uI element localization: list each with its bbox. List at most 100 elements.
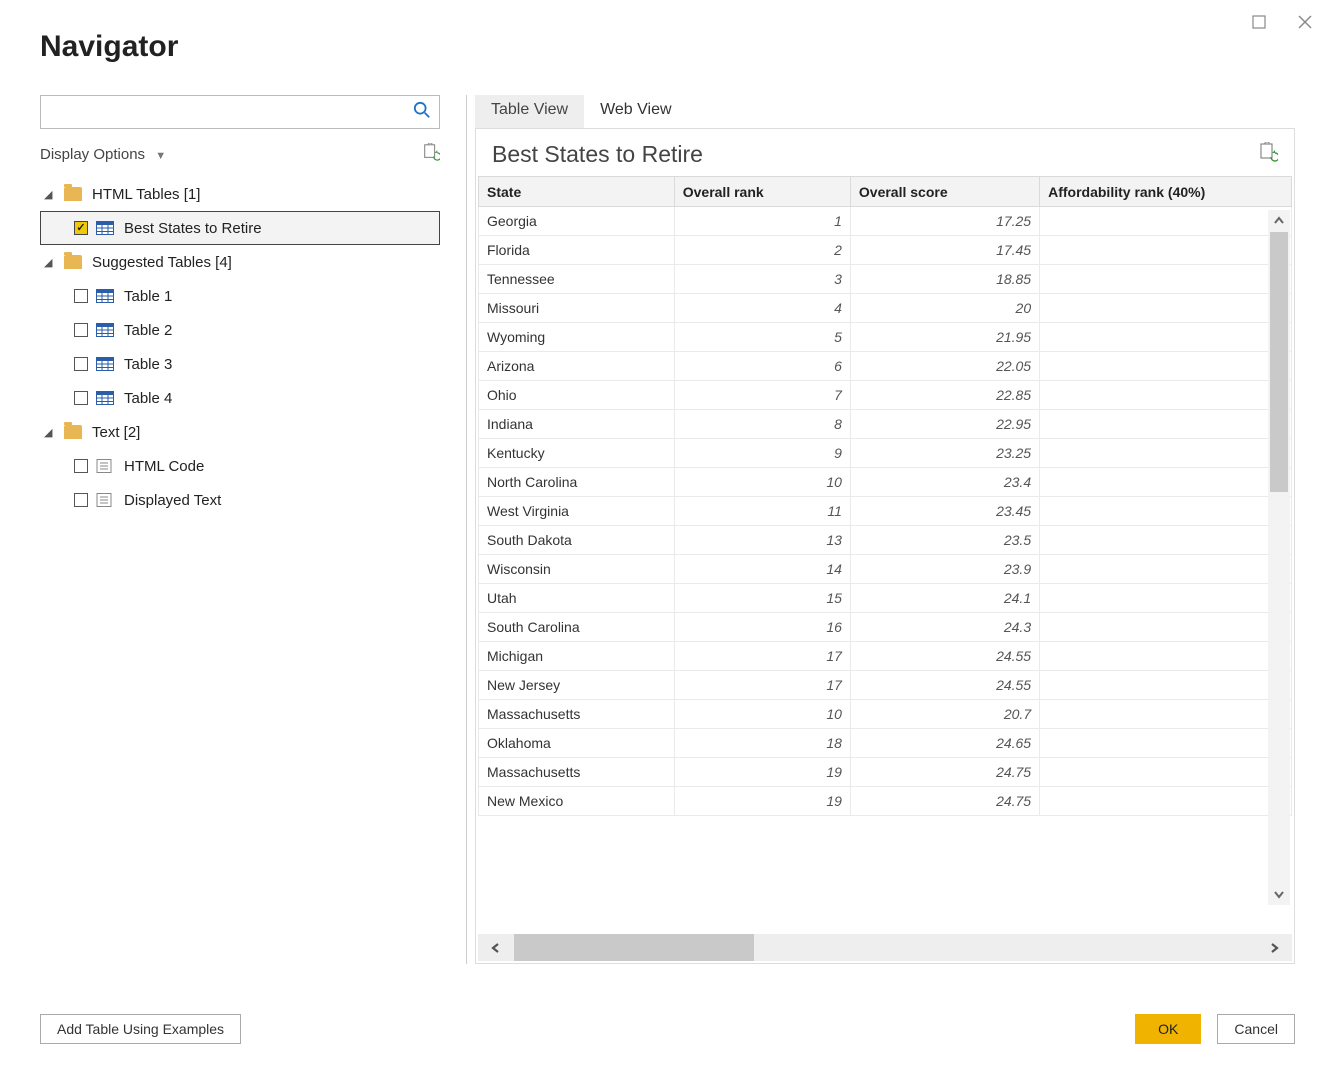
cell-rank: 10 [674, 700, 850, 729]
cell-state: New Mexico [479, 787, 675, 816]
scroll-down-icon[interactable] [1268, 883, 1290, 905]
cell-score: 18.85 [850, 265, 1039, 294]
table-row[interactable]: New Mexico1924.75 [479, 787, 1292, 816]
checkbox[interactable] [74, 493, 88, 507]
tree-item[interactable]: Best States to Retire [40, 211, 440, 245]
tree-group-label: Text [2] [92, 424, 140, 441]
cell-affordability [1040, 265, 1292, 294]
tree-item[interactable]: Table 1 [40, 279, 440, 313]
left-panel: Display Options ▼ ◢HTML Tables [1]Best S… [40, 95, 458, 964]
table-icon [96, 391, 114, 405]
table-row[interactable]: Utah1524.1 [479, 584, 1292, 613]
search-box[interactable] [40, 95, 440, 129]
scroll-track-horizontal[interactable] [514, 934, 1256, 961]
table-row[interactable]: Massachusetts1020.7 [479, 700, 1292, 729]
cell-affordability [1040, 700, 1292, 729]
close-window-icon[interactable] [1293, 10, 1317, 34]
cell-state: South Carolina [479, 613, 675, 642]
add-table-examples-button[interactable]: Add Table Using Examples [40, 1014, 241, 1044]
divider [466, 95, 467, 964]
scroll-up-icon[interactable] [1268, 210, 1290, 232]
tree-group-label: HTML Tables [1] [92, 186, 200, 203]
table-row[interactable]: West Virginia1123.45 [479, 497, 1292, 526]
cell-score: 24.75 [850, 787, 1039, 816]
checkbox[interactable] [74, 323, 88, 337]
tree-item[interactable]: Displayed Text [40, 483, 440, 517]
search-input[interactable] [49, 103, 413, 121]
table-row[interactable]: Arizona622.05 [479, 352, 1292, 381]
table-row[interactable]: Missouri420 [479, 294, 1292, 323]
table-row[interactable]: South Carolina1624.3 [479, 613, 1292, 642]
cell-state: Wyoming [479, 323, 675, 352]
horizontal-scrollbar[interactable] [478, 934, 1292, 961]
vertical-scrollbar[interactable] [1268, 210, 1290, 905]
tree-item[interactable]: Table 2 [40, 313, 440, 347]
column-header[interactable]: Overall rank [674, 177, 850, 207]
refresh-preview-icon[interactable] [1258, 142, 1278, 167]
checkbox[interactable] [74, 391, 88, 405]
refresh-icon[interactable] [422, 143, 440, 165]
search-icon[interactable] [413, 101, 431, 124]
tree-group[interactable]: ◢Suggested Tables [4] [40, 245, 440, 279]
ok-button[interactable]: OK [1135, 1014, 1201, 1044]
scroll-left-icon[interactable] [478, 934, 514, 961]
checkbox[interactable] [74, 289, 88, 303]
scroll-thumb-horizontal[interactable] [514, 934, 754, 961]
cell-rank: 9 [674, 439, 850, 468]
table-row[interactable]: Indiana822.95 [479, 410, 1292, 439]
cell-affordability [1040, 381, 1292, 410]
table-row[interactable]: Michigan1724.55 [479, 642, 1292, 671]
cell-affordability [1040, 323, 1292, 352]
table-row[interactable]: Florida217.45 [479, 236, 1292, 265]
table-row[interactable]: New Jersey1724.55 [479, 671, 1292, 700]
tree-item[interactable]: Table 3 [40, 347, 440, 381]
tree-item[interactable]: HTML Code [40, 449, 440, 483]
scroll-thumb-vertical[interactable] [1270, 232, 1288, 492]
cell-score: 22.05 [850, 352, 1039, 381]
table-row[interactable]: North Carolina1023.4 [479, 468, 1292, 497]
cell-rank: 6 [674, 352, 850, 381]
table-row[interactable]: Georgia117.25 [479, 207, 1292, 236]
restore-window-icon[interactable] [1247, 10, 1271, 34]
cell-rank: 16 [674, 613, 850, 642]
checkbox[interactable] [74, 357, 88, 371]
table-row[interactable]: Wyoming521.95 [479, 323, 1292, 352]
column-header[interactable]: State [479, 177, 675, 207]
tab-web-view[interactable]: Web View [584, 95, 687, 129]
cancel-button[interactable]: Cancel [1217, 1014, 1295, 1044]
folder-icon [64, 255, 82, 269]
table-row[interactable]: Tennessee318.85 [479, 265, 1292, 294]
navigator-tree: ◢HTML Tables [1]Best States to Retire◢Su… [40, 177, 440, 517]
checkbox[interactable] [74, 459, 88, 473]
table-row[interactable]: South Dakota1323.5 [479, 526, 1292, 555]
cell-rank: 17 [674, 671, 850, 700]
scroll-right-icon[interactable] [1256, 934, 1292, 961]
cell-affordability [1040, 555, 1292, 584]
table-row[interactable]: Ohio722.85 [479, 381, 1292, 410]
checkbox[interactable] [74, 221, 88, 235]
preview-panel: Best States to Retire StateOverall rankO… [475, 128, 1295, 964]
tree-item[interactable]: Table 4 [40, 381, 440, 415]
cell-state: Tennessee [479, 265, 675, 294]
cell-rank: 11 [674, 497, 850, 526]
cell-score: 22.95 [850, 410, 1039, 439]
column-header[interactable]: Affordability rank (40%) [1040, 177, 1292, 207]
cell-state: Florida [479, 236, 675, 265]
table-row[interactable]: Massachusetts1924.75 [479, 758, 1292, 787]
table-icon [96, 289, 114, 303]
column-header[interactable]: Overall score [850, 177, 1039, 207]
cell-rank: 19 [674, 787, 850, 816]
cell-state: Wisconsin [479, 555, 675, 584]
table-row[interactable]: Oklahoma1824.65 [479, 729, 1292, 758]
cell-rank: 5 [674, 323, 850, 352]
table-row[interactable]: Kentucky923.25 [479, 439, 1292, 468]
cell-affordability [1040, 671, 1292, 700]
tab-table-view[interactable]: Table View [475, 95, 584, 129]
tree-group[interactable]: ◢Text [2] [40, 415, 440, 449]
cell-score: 23.9 [850, 555, 1039, 584]
cell-rank: 18 [674, 729, 850, 758]
table-row[interactable]: Wisconsin1423.9 [479, 555, 1292, 584]
display-options-dropdown[interactable]: Display Options ▼ [40, 146, 166, 163]
tree-group[interactable]: ◢HTML Tables [1] [40, 177, 440, 211]
cell-score: 24.65 [850, 729, 1039, 758]
